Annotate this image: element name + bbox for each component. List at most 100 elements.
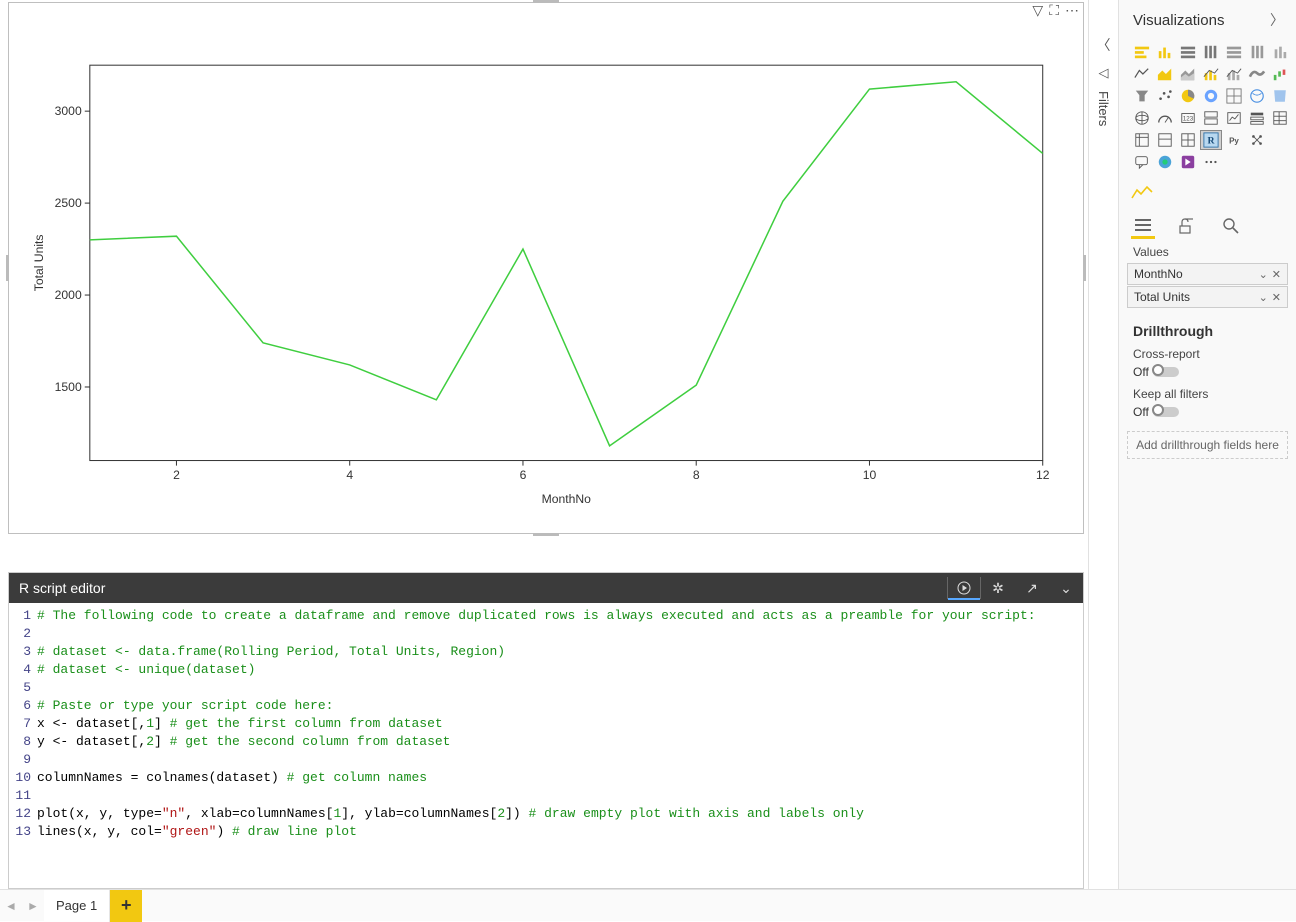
line-column2-icon[interactable] [1223, 64, 1245, 84]
svg-text:4: 4 [346, 468, 353, 482]
stacked-column-icon[interactable] [1200, 42, 1222, 62]
area-chart-icon[interactable] [1154, 64, 1176, 84]
r-visual-chart: 150020002500300024681012MonthNoTotal Uni… [29, 33, 1063, 513]
field-name: Total Units [1134, 290, 1190, 304]
fields-tab[interactable] [1131, 215, 1155, 239]
page-tab-bar: ◄ ► Page 1 + [0, 889, 1296, 921]
python-visual-icon[interactable]: Py [1223, 130, 1245, 150]
code-editor[interactable]: 1# The following code to create a datafr… [9, 603, 1083, 845]
filter-icon[interactable]: ▽ [1032, 2, 1043, 19]
qa-visual-icon[interactable] [1131, 152, 1153, 172]
slicer-icon[interactable] [1246, 108, 1268, 128]
field-menu-icon[interactable]: ⌄ [1259, 268, 1268, 281]
key-influencers-icon[interactable] [1246, 130, 1268, 150]
svg-text:2500: 2500 [55, 196, 82, 210]
donut-icon[interactable] [1200, 86, 1222, 106]
remove-field-icon[interactable]: ✕ [1272, 291, 1281, 304]
line-column-icon[interactable] [1200, 64, 1222, 84]
kpi-icon[interactable] [1223, 108, 1245, 128]
r-script-editor: R script editor ✲ ↗ ⌄ 1# The following c… [8, 572, 1084, 889]
svg-text:1500: 1500 [55, 380, 82, 394]
ribbon-chart-icon[interactable] [1246, 64, 1268, 84]
column-icon[interactable] [1269, 42, 1291, 62]
gauge-icon[interactable] [1154, 108, 1176, 128]
collapse-editor-button[interactable]: ⌄ [1049, 577, 1083, 599]
multirow-card-icon[interactable] [1200, 108, 1222, 128]
svg-text:8: 8 [693, 468, 700, 482]
field-name: MonthNo [1134, 267, 1183, 281]
script-settings-button[interactable]: ✲ [981, 577, 1015, 599]
prev-page-button[interactable]: ◄ [0, 890, 22, 922]
r-visual-icon[interactable]: R [1200, 130, 1222, 150]
filters-label: Filters [1096, 91, 1111, 126]
toggle-state-label: Off [1133, 365, 1149, 379]
field-item[interactable]: MonthNo ⌄ ✕ [1127, 263, 1288, 285]
svg-text:MonthNo: MonthNo [542, 492, 592, 506]
resize-handle-top[interactable] [533, 0, 559, 3]
add-page-button[interactable]: + [110, 890, 142, 922]
focus-mode-icon[interactable]: ⛶ [1049, 2, 1059, 19]
drillthrough-dropzone[interactable]: Add drillthrough fields here [1127, 431, 1288, 459]
keep-filters-label: Keep all filters [1133, 387, 1282, 401]
run-script-button[interactable] [947, 577, 981, 599]
svg-text:12: 12 [1036, 468, 1050, 482]
waterfall-icon[interactable] [1269, 64, 1291, 84]
visualizations-pane: Visualizations 〉 123 R Py Values MonthNo ⌄ ✕… [1118, 0, 1296, 889]
svg-text:Total Units: Total Units [32, 234, 46, 291]
more-visuals-icon[interactable] [1200, 152, 1222, 172]
filters-icon: ◁ [1099, 65, 1109, 81]
treemap-icon[interactable] [1223, 86, 1245, 106]
report-canvas[interactable]: ▽ ⛶ ⋯ 150020002500300024681012MonthNoTot… [0, 0, 1088, 889]
stacked-bar2-icon[interactable] [1177, 42, 1199, 62]
remove-field-icon[interactable]: ✕ [1272, 268, 1281, 281]
matrix-icon[interactable] [1131, 130, 1153, 150]
resize-handle-left[interactable] [6, 255, 9, 281]
field-item[interactable]: Total Units ⌄ ✕ [1127, 286, 1288, 308]
matrix2-icon[interactable] [1177, 130, 1199, 150]
clustered-column-icon[interactable] [1154, 42, 1176, 62]
100stacked-bar-icon[interactable] [1223, 42, 1245, 62]
format-tab[interactable] [1175, 215, 1199, 239]
cross-report-label: Cross-report [1133, 347, 1282, 361]
r-editor-header: R script editor ✲ ↗ ⌄ [9, 573, 1083, 603]
globe-icon[interactable] [1131, 108, 1153, 128]
popout-button[interactable]: ↗ [1015, 577, 1049, 599]
line-chart-icon[interactable] [1131, 64, 1153, 84]
cross-report-toggle[interactable]: Off [1133, 365, 1282, 379]
svg-text:Py: Py [1229, 137, 1239, 146]
viz-pane-title: Visualizations [1133, 12, 1224, 29]
scatter-icon[interactable] [1154, 86, 1176, 106]
visual-container[interactable]: ▽ ⛶ ⋯ 150020002500300024681012MonthNoTot… [8, 2, 1084, 534]
more-options-icon[interactable]: ⋯ [1065, 2, 1079, 19]
arcgis-icon[interactable] [1154, 152, 1176, 172]
analytics-tab[interactable] [1219, 215, 1243, 239]
next-page-button[interactable]: ► [22, 890, 44, 922]
svg-text:2: 2 [173, 468, 180, 482]
svg-text:6: 6 [520, 468, 527, 482]
keep-filters-toggle[interactable]: Off [1133, 405, 1282, 419]
100stacked-column-icon[interactable] [1246, 42, 1268, 62]
values-header: Values [1119, 239, 1296, 263]
filled-map-icon[interactable] [1269, 86, 1291, 106]
page-tab-1[interactable]: Page 1 [44, 890, 110, 922]
expand-filters-icon[interactable]: 〈 [1097, 35, 1111, 55]
card-icon[interactable]: 123 [1177, 108, 1199, 128]
filters-pane-collapsed[interactable]: 〈 ◁ Filters [1088, 0, 1118, 889]
table-icon[interactable] [1269, 108, 1291, 128]
svg-text:123: 123 [1183, 116, 1194, 123]
powerapps-icon[interactable] [1177, 152, 1199, 172]
svg-text:2000: 2000 [55, 288, 82, 302]
collapse-viz-pane-icon[interactable]: 〉 [1270, 10, 1284, 30]
resize-handle-right[interactable] [1083, 255, 1086, 281]
funnel-icon[interactable] [1131, 86, 1153, 106]
stacked-area-icon[interactable] [1177, 64, 1199, 84]
field-menu-icon[interactable]: ⌄ [1259, 291, 1268, 304]
map-icon[interactable] [1246, 86, 1268, 106]
svg-text:10: 10 [863, 468, 877, 482]
stacked-bar-icon[interactable] [1131, 42, 1153, 62]
table2-icon[interactable] [1154, 130, 1176, 150]
r-editor-title: R script editor [19, 580, 105, 596]
pie-icon[interactable] [1177, 86, 1199, 106]
toggle-state-label: Off [1133, 405, 1149, 419]
resize-handle-bottom[interactable] [533, 533, 559, 536]
